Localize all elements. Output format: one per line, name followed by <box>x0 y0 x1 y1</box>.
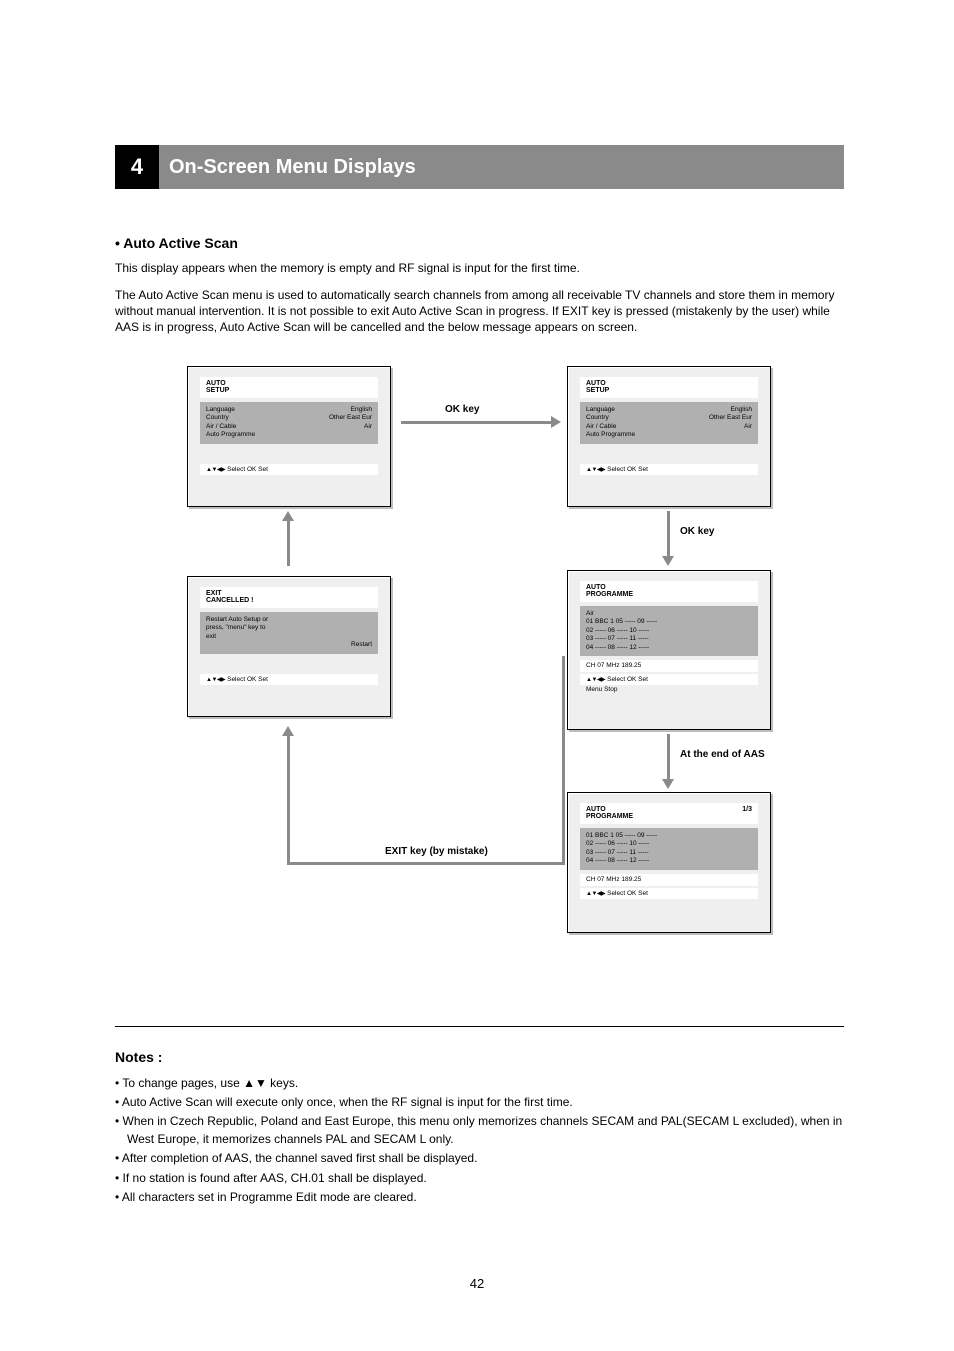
note-item: • After completion of AAS, the channel s… <box>115 1150 844 1167</box>
panel-body: 01 BBC 1 05 ----- 09 ----- 02 ----- 06 -… <box>580 828 758 870</box>
section-number: 4 <box>115 145 159 189</box>
panel-auto-programme-progress: AUTO PROGRAMME Air 01 BBC 1 05 ----- 09 … <box>567 570 771 730</box>
panel-body: Restart Auto Setup or press, "menu" key … <box>200 612 378 654</box>
note-item: • When in Czech Republic, Poland and Eas… <box>115 1113 844 1148</box>
panel-footer: ▲▼◀▶ Select OK Set <box>200 464 378 475</box>
page-number: 42 <box>0 1276 954 1291</box>
arrow-up-icon <box>282 726 294 736</box>
arrow-right-icon <box>551 416 561 428</box>
panel-footer: ▲▼◀▶ Select OK Set <box>580 464 758 475</box>
flow-arrow <box>667 511 670 556</box>
panel-footer: ▲▼◀▶ Select OK Set <box>580 888 758 899</box>
arrows-icon: ▲▼◀▶ <box>206 466 225 473</box>
panel-auto-programme-result: AUTO PROGRAMME1/3 01 BBC 1 05 ----- 09 -… <box>567 792 771 933</box>
panel-title: EXIT CANCELLED ! <box>200 587 378 608</box>
arrow-caption: OK key <box>445 404 479 415</box>
flow-arrow <box>401 421 551 424</box>
arrow-caption: OK key <box>680 526 714 537</box>
divider <box>115 1026 844 1027</box>
flow-arrow <box>287 862 565 865</box>
panel-auto-setup-2: AUTO SETUP LanguageEnglish CountryOther … <box>567 366 771 507</box>
notes-list: • To change pages, use ▲▼ keys. • Auto A… <box>115 1075 844 1207</box>
panel-title: AUTO SETUP <box>200 377 378 398</box>
flow-arrow <box>667 734 670 779</box>
panel-extra: CH 07 MHz 189.25 <box>580 660 758 672</box>
panel-footer: ▲▼◀▶ Select OK Set <box>200 674 378 685</box>
flow-arrow <box>287 736 290 865</box>
panel-extra: CH 07 MHz 189.25 <box>580 874 758 886</box>
note-item: • All characters set in Programme Edit m… <box>115 1189 844 1206</box>
aas-heading: • Auto Active Scan <box>115 235 844 251</box>
note-item: • To change pages, use ▲▼ keys. <box>115 1075 844 1092</box>
aas-subheading: This display appears when the memory is … <box>115 261 844 275</box>
panel-footer: ▲▼◀▶ Select OK Set <box>580 674 758 685</box>
panel-body: Air 01 BBC 1 05 ----- 09 ----- 02 ----- … <box>580 606 758 656</box>
arrow-caption: At the end of AAS <box>680 749 765 760</box>
arrow-up-icon <box>282 511 294 521</box>
panel-exit-cancelled: EXIT CANCELLED ! Restart Auto Setup or p… <box>187 576 391 717</box>
note-item: • Auto Active Scan will execute only onc… <box>115 1094 844 1111</box>
panel-footer-2: Menu Stop <box>580 685 758 693</box>
aas-intro-paragraph: The Auto Active Scan menu is used to aut… <box>115 287 844 336</box>
note-item: • If no station is found after AAS, CH.0… <box>115 1170 844 1187</box>
section-title: On-Screen Menu Displays <box>159 145 844 189</box>
panel-body: LanguageEnglish CountryOther East Eur Ai… <box>200 402 378 444</box>
arrow-down-icon <box>662 556 674 566</box>
arrows-icon: ▲▼◀▶ <box>586 676 605 683</box>
flow-diagram: AUTO SETUP LanguageEnglish CountryOther … <box>115 366 844 986</box>
notes-heading: Notes : <box>115 1049 844 1065</box>
panel-title: AUTO PROGRAMME <box>580 581 758 602</box>
panel-title: AUTO PROGRAMME1/3 <box>580 803 758 824</box>
arrows-icon: ▲▼◀▶ <box>586 890 605 897</box>
arrows-icon: ▲▼◀▶ <box>206 676 225 683</box>
panel-body: LanguageEnglish CountryOther East Eur Ai… <box>580 402 758 444</box>
updown-arrows-icon: ▲▼ <box>243 1076 267 1090</box>
arrow-caption: EXIT key (by mistake) <box>385 846 488 857</box>
section-header: 4 On-Screen Menu Displays <box>115 145 844 189</box>
arrows-icon: ▲▼◀▶ <box>586 466 605 473</box>
panel-title: AUTO SETUP <box>580 377 758 398</box>
flow-arrow <box>562 656 565 865</box>
arrow-down-icon <box>662 779 674 789</box>
flow-arrow <box>287 521 290 566</box>
panel-auto-setup-1: AUTO SETUP LanguageEnglish CountryOther … <box>187 366 391 507</box>
